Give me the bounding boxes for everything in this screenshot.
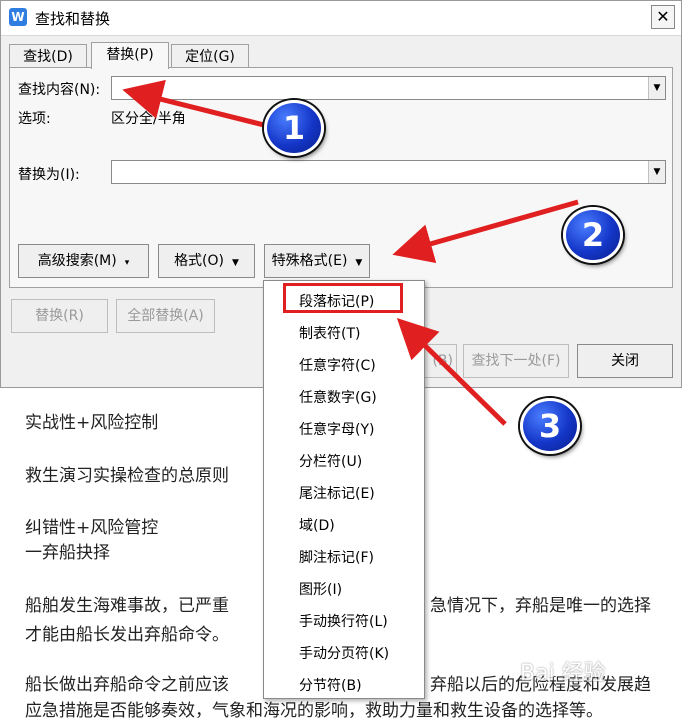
menu-item-endnote-mark[interactable]: 尾注标记(E) [299, 483, 375, 503]
menu-item-any-digit[interactable]: 任意数字(G) [299, 387, 377, 407]
close-button[interactable]: 关闭 [577, 344, 673, 378]
special-format-label: 特殊格式(E) [271, 253, 348, 269]
menu-item-manual-line-break[interactable]: 手动换行符(L) [299, 611, 388, 631]
step-badge-2: 2 [563, 207, 623, 263]
chevron-down-icon[interactable]: ▼ [648, 161, 665, 183]
find-next-button[interactable]: 查找下一处(F) [463, 344, 569, 378]
doc-line: 才能由船长发出弃船命令。 [25, 625, 229, 645]
dialog-title: 查找和替换 [35, 10, 111, 28]
find-label: 查找内容(N): [18, 82, 101, 98]
advanced-search-button[interactable]: 高级搜索(M) ▾ [18, 244, 149, 278]
special-format-button[interactable]: 特殊格式(E) ▼ [264, 244, 370, 278]
chevron-down-icon: ▾ [124, 258, 130, 268]
menu-item-column-break[interactable]: 分栏符(U) [299, 451, 362, 471]
menu-item-footnote-mark[interactable]: 脚注标记(F) [299, 547, 374, 567]
menu-item-any-char[interactable]: 任意字符(C) [299, 355, 376, 375]
replace-all-button[interactable]: 全部替换(A) [116, 299, 215, 333]
doc-line: 应急措施是否能够奏效，气象和海况的影响，救助力量和救生设备的选择等。 [25, 701, 603, 721]
format-label: 格式(O) [174, 253, 225, 269]
replace-label: 替换为(I): [18, 167, 80, 183]
options-value: 区分全/半角 [111, 111, 186, 127]
doc-line: 船舶发生海难事故，已严重 [25, 596, 229, 616]
chevron-down-icon: ▼ [232, 258, 239, 268]
format-button[interactable]: 格式(O) ▼ [158, 244, 255, 278]
doc-line: 船长做出弃船命令之前应该 [25, 675, 229, 695]
doc-line: 急情况下，弃船是唯一的选择 [430, 596, 651, 616]
step-badge-1: 1 [264, 100, 324, 156]
close-icon[interactable]: ✕ [651, 5, 675, 29]
tab-goto[interactable]: 定位(G) [171, 44, 249, 68]
doc-line: 救生演习实操检查的总原则 [25, 466, 229, 486]
menu-item-tab[interactable]: 制表符(T) [299, 323, 360, 343]
doc-line: 实战性+风险控制 [25, 413, 159, 433]
find-previous-button[interactable]: (B) [421, 344, 457, 378]
chevron-down-icon: ▼ [355, 258, 363, 268]
title-bar: W 查找和替换 ✕ [1, 1, 681, 36]
doc-line: 一弃船抉择 [25, 543, 110, 563]
chevron-down-icon[interactable]: ▼ [648, 77, 665, 99]
watermark: Bai 经验 [520, 661, 606, 686]
menu-item-field[interactable]: 域(D) [299, 515, 335, 535]
step-badge-3: 3 [520, 398, 580, 454]
tab-find[interactable]: 查找(D) [9, 44, 87, 68]
tab-replace[interactable]: 替换(P) [91, 42, 169, 69]
replace-button[interactable]: 替换(R) [11, 299, 108, 333]
menu-item-section-break[interactable]: 分节符(B) [299, 675, 362, 695]
find-input[interactable]: ▼ [111, 76, 666, 100]
options-label: 选项: [18, 111, 51, 127]
highlight-box [283, 283, 403, 313]
menu-item-graphic[interactable]: 图形(I) [299, 579, 342, 599]
doc-line: 纠错性+风险管控 [25, 518, 159, 538]
special-format-menu: 段落标记(P) 制表符(T) 任意字符(C) 任意数字(G) 任意字母(Y) 分… [263, 280, 425, 699]
wps-app-icon: W [9, 8, 27, 26]
menu-item-manual-page-break[interactable]: 手动分页符(K) [299, 643, 389, 663]
advanced-search-label: 高级搜索(M) [37, 253, 117, 269]
replace-input[interactable]: ▼ [111, 160, 666, 184]
menu-item-any-letter[interactable]: 任意字母(Y) [299, 419, 374, 439]
